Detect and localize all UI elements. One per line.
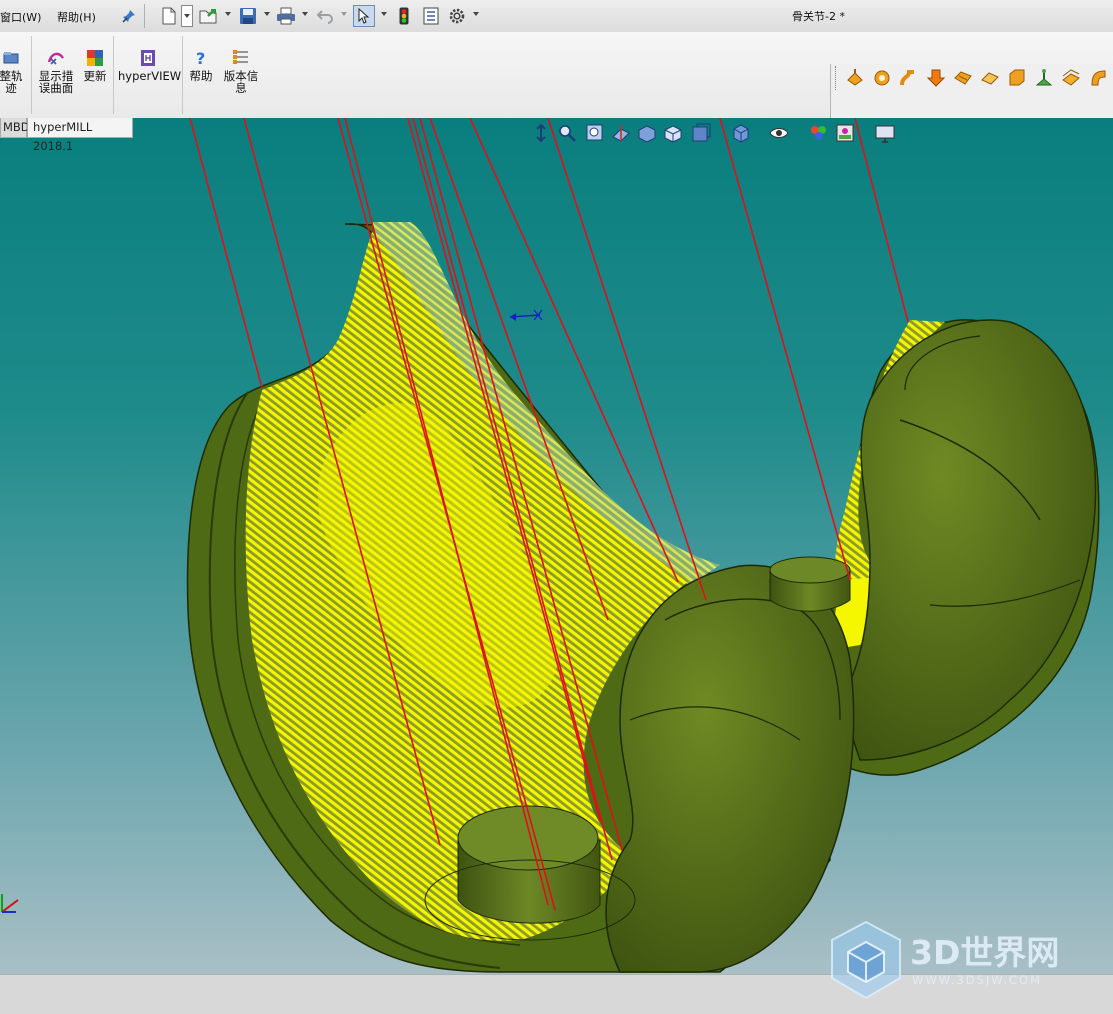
save-icon[interactable]: [237, 5, 259, 27]
undo-icon[interactable]: [314, 5, 336, 27]
watermark-url: WWW.3DSJW.COM: [912, 973, 1043, 987]
rapid-line: [189, 118, 263, 389]
ribbon-error-surface-label: 显示措 误曲面: [38, 69, 74, 95]
select-cursor-icon[interactable]: [353, 5, 375, 27]
loft-boss-icon[interactable]: [926, 68, 946, 88]
ribbon-version-info-label: 版本信 息: [223, 69, 259, 95]
extrude-boss-icon[interactable]: [845, 68, 865, 88]
tab-hypermill[interactable]: hyperMILL 2018.1: [27, 118, 133, 153]
menu-window[interactable]: 窗口(W): [0, 9, 41, 25]
sweep-boss-icon[interactable]: [899, 68, 919, 88]
new-document-icon[interactable]: [158, 5, 180, 27]
hyperview-icon: [118, 48, 178, 68]
print-icon[interactable]: [275, 5, 297, 27]
fillet-icon[interactable]: [1007, 68, 1027, 88]
select-dropdown-icon[interactable]: [381, 12, 387, 16]
open-dropdown-icon[interactable]: [225, 12, 231, 16]
watermark: 3D世界网 WWW.3DSJW.COM: [826, 918, 1096, 1002]
ribbon-toolpath-button[interactable]: 整轨 迹: [0, 48, 28, 94]
draft-icon[interactable]: [1034, 68, 1054, 88]
edit-appearance-icon[interactable]: [808, 122, 830, 144]
extruded-cut-icon[interactable]: [980, 68, 1000, 88]
ribbon-update-label: 更新: [83, 69, 107, 83]
ribbon-separator: [182, 36, 183, 114]
zoom-to-fit-icon[interactable]: [530, 122, 552, 144]
svg-text:?: ?: [196, 49, 205, 67]
axis-triad: [1, 894, 19, 913]
ribbon-error-surface-button[interactable]: 显示措 误曲面: [36, 48, 76, 94]
toolpath-icon: [0, 48, 28, 68]
ribbon-help-label: 帮助: [189, 69, 213, 83]
ribbon-version-info-button[interactable]: 版本信 息: [220, 48, 262, 94]
shell-icon[interactable]: [1061, 68, 1081, 88]
toolbar-grip[interactable]: [835, 66, 839, 90]
document-title: 骨关节-2 *: [792, 10, 845, 23]
pin-icon[interactable]: [118, 5, 140, 27]
origin-marker: [509, 309, 543, 321]
boundary-boss-icon[interactable]: [953, 68, 973, 88]
rapid-line: [854, 118, 909, 323]
error-surface-icon: [36, 48, 76, 68]
view-settings-monitor-icon[interactable]: [874, 122, 896, 144]
wrap-icon[interactable]: [1088, 68, 1108, 88]
open-folder-icon[interactable]: [198, 5, 220, 27]
ribbon-hyperview-label: hyperVIEW: [118, 69, 182, 83]
save-dropdown-icon[interactable]: [264, 12, 270, 16]
graphics-viewport[interactable]: [0, 118, 1113, 974]
update-icon: [80, 48, 110, 68]
file-properties-icon[interactable]: [420, 5, 442, 27]
view-orientation-icon[interactable]: [662, 122, 684, 144]
tab-mbd[interactable]: MBD: [0, 118, 30, 138]
dynamic-annotation-icon[interactable]: [636, 122, 658, 144]
watermark-title: 3D世界网: [910, 933, 1060, 972]
ribbon: 整轨 迹 显示措 误曲面 更新 hyperVIEW ? 帮助 版本信 息: [0, 32, 1113, 150]
ribbon-hyperview-button[interactable]: hyperVIEW: [118, 48, 182, 83]
section-view-icon[interactable]: [610, 122, 632, 144]
model-scene[interactable]: [0, 118, 1113, 974]
ribbon-help-button[interactable]: ? 帮助: [187, 48, 215, 82]
version-info-icon: [220, 48, 262, 68]
print-dropdown-icon[interactable]: [302, 12, 308, 16]
revolve-boss-icon[interactable]: [872, 68, 892, 88]
options-dropdown-icon[interactable]: [473, 12, 479, 16]
hide-show-eye-icon[interactable]: [768, 122, 790, 144]
undo-dropdown-icon[interactable]: [341, 12, 347, 16]
options-gear-icon[interactable]: [446, 5, 468, 27]
help-icon: ?: [187, 48, 215, 68]
toolbar-separator: [144, 4, 145, 28]
previous-view-icon[interactable]: [584, 122, 606, 144]
title-toolbar: 窗口(W) 帮助(H) 骨关节-2 *: [0, 0, 1113, 33]
cube-view-icon[interactable]: [730, 122, 752, 144]
ribbon-separator: [113, 36, 114, 114]
upper-cylinder-top: [769, 556, 851, 584]
zoom-to-area-icon[interactable]: [556, 122, 578, 144]
new-dropdown-button[interactable]: [181, 5, 193, 27]
display-style-icon[interactable]: [690, 122, 712, 144]
traffic-light-icon[interactable]: [393, 5, 415, 27]
ribbon-separator: [31, 36, 32, 114]
apply-scene-icon[interactable]: [834, 122, 856, 144]
ribbon-toolpath-label: 整轨 迹: [0, 69, 23, 95]
rapid-line: [719, 118, 851, 581]
ribbon-update-button[interactable]: 更新: [80, 48, 110, 82]
menu-help[interactable]: 帮助(H): [57, 9, 96, 25]
watermark-cube-logo: [831, 920, 901, 1000]
right-ball-joint[interactable]: [839, 319, 1097, 761]
